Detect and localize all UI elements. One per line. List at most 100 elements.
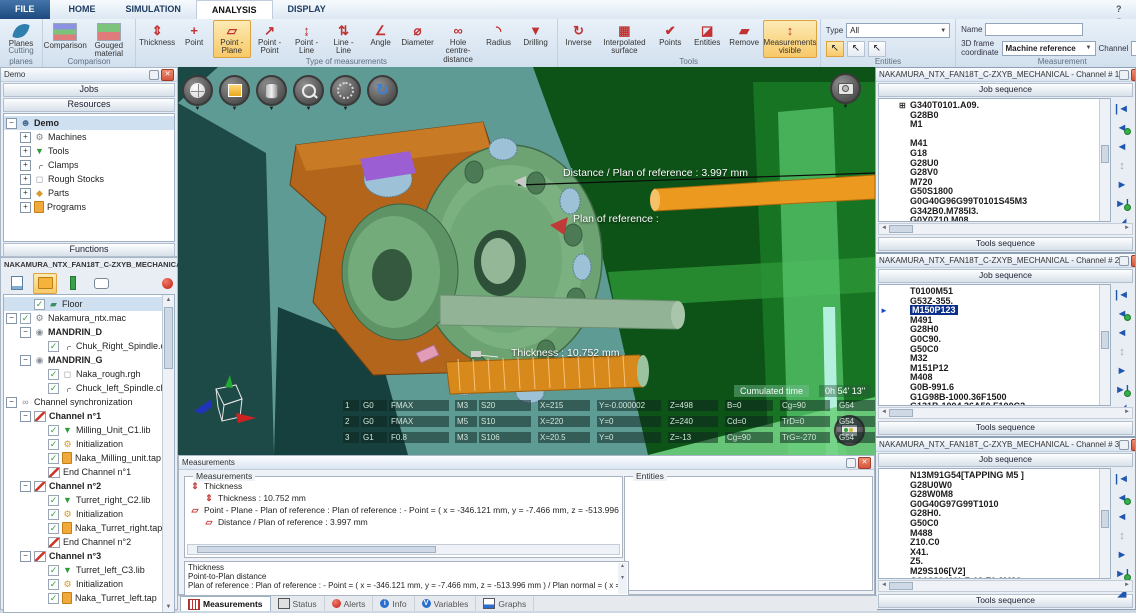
horizontal-scrollbar[interactable]: ◄► — [878, 407, 1133, 419]
tree-item[interactable]: Parts — [4, 186, 174, 200]
chevron-down-icon[interactable]: ▼ — [330, 106, 361, 113]
scrollbar-thumb[interactable] — [889, 225, 913, 233]
collapse-icon[interactable] — [20, 551, 31, 562]
playback-button[interactable]: |◄ — [1113, 472, 1131, 487]
job-sequence-header[interactable]: Job sequence — [878, 83, 1133, 97]
machine-tree-item[interactable]: Channel n°2 — [4, 479, 162, 493]
menu-tab[interactable]: ANALYSIS — [196, 0, 273, 19]
vertical-scrollbar[interactable]: ▲ ▼ — [162, 295, 174, 612]
scrollbar-thumb[interactable] — [1101, 145, 1109, 163]
selection-mode-button[interactable]: ▼ — [330, 75, 361, 113]
scrollbar-thumb[interactable] — [1101, 510, 1109, 528]
playback-button[interactable]: ► — [1113, 364, 1131, 379]
measurement-name-input[interactable] — [985, 23, 1083, 36]
collapse-icon[interactable] — [6, 118, 17, 129]
vertical-scrollbar[interactable] — [1099, 469, 1110, 578]
measure-type-button[interactable]: ⇕ Thickness — [139, 20, 175, 49]
playback-button[interactable]: ► — [1113, 178, 1131, 193]
playback-button[interactable]: ►| — [1113, 197, 1131, 212]
expand-icon[interactable] — [20, 174, 31, 185]
comparison-button[interactable]: Gouged material — [85, 20, 132, 61]
visibility-checkbox[interactable] — [34, 299, 45, 310]
job-sequence-header[interactable]: Job sequence — [878, 269, 1133, 283]
bottom-tab[interactable]: Measurements — [180, 596, 271, 611]
playback-button[interactable]: |◄ — [1113, 288, 1131, 303]
refresh-view-button[interactable]: ↻ — [367, 75, 398, 113]
measure-type-button[interactable]: ⇅ Line - Line — [326, 20, 362, 58]
machine-tree-item[interactable]: MANDRIN_G — [4, 353, 162, 367]
tools-sequence-header[interactable]: Tools sequence — [878, 237, 1133, 251]
tools-sequence-header[interactable]: Tools sequence — [878, 421, 1133, 435]
code-line[interactable]: ►⊞G84C30.X41.Z-13.F0.8M86 — [879, 577, 1110, 579]
machine-tree-item[interactable]: Channel n°3 — [4, 549, 162, 563]
scrollbar-thumb[interactable] — [889, 409, 913, 417]
comparison-button[interactable]: Comparison — [46, 20, 84, 52]
pin-icon[interactable] — [1119, 256, 1129, 266]
playback-button[interactable]: ↕ — [1113, 529, 1131, 544]
expand-icon[interactable] — [20, 160, 31, 171]
view-manager-button[interactable]: ▼ — [182, 75, 213, 113]
tool-button[interactable]: ↻ Inverse — [561, 20, 597, 49]
comment-button[interactable] — [89, 273, 113, 294]
menu-tab[interactable]: DISPLAY — [273, 0, 341, 19]
tool-button[interactable]: ↕ Measurements visible — [763, 20, 817, 58]
frame-select[interactable]: Machine reference▼ — [1002, 41, 1096, 56]
machine-tree-item[interactable]: Chuk_Right_Spindle.clp — [4, 339, 162, 353]
selection-cursor-button[interactable]: ↖ — [868, 41, 886, 57]
playback-button[interactable]: ◄ — [1113, 121, 1131, 136]
playback-button[interactable]: |◄ — [1113, 102, 1131, 117]
collapse-icon[interactable] — [6, 313, 17, 324]
close-icon[interactable]: ✕ — [1131, 439, 1135, 451]
close-icon[interactable]: ✕ — [161, 69, 174, 81]
pin-icon[interactable] — [1119, 440, 1129, 450]
tool-manager-button[interactable] — [61, 273, 85, 294]
pin-icon[interactable] — [1119, 70, 1129, 80]
machine-tree-item[interactable]: Nakamura_ntx.mac — [4, 311, 162, 325]
job-sequence-header[interactable]: Job sequence — [878, 453, 1133, 467]
resources-section-bar[interactable]: Resources — [3, 98, 175, 112]
playback-button[interactable]: ↕ — [1113, 159, 1131, 174]
code-line[interactable]: ►⊞G131B-1004.36A50.F100C2. — [879, 402, 1110, 406]
record-icon[interactable] — [162, 278, 173, 289]
playback-button[interactable]: ◄ — [1113, 326, 1131, 341]
playback-button[interactable]: ►| — [1113, 383, 1131, 398]
measure-type-button[interactable]: ▼ Drilling — [518, 20, 554, 49]
machine-tree-item[interactable]: Naka_Turret_right.tap — [4, 521, 162, 535]
selection-cursor-button[interactable]: ↖ — [826, 41, 844, 57]
iso-view-button[interactable]: ▼ — [219, 75, 250, 113]
job-sequence-code[interactable]: ►⊞T0100M51►⊞G53Z-355.►⊞M150P123►⊞M491►⊞G… — [878, 284, 1111, 406]
scrollbar-thumb[interactable] — [889, 582, 913, 590]
measure-type-button[interactable]: ↗ Point - Point — [252, 20, 288, 58]
3d-viewport[interactable]: ▼ ▼ ▼ ▼ ▼ ↻ ▼ Distance / Plan of referen… — [178, 67, 875, 455]
measure-type-button[interactable]: + Point — [176, 20, 212, 49]
functions-section-bar[interactable]: Functions — [3, 243, 175, 257]
visibility-checkbox[interactable] — [48, 383, 59, 394]
machine-tree-item[interactable]: Initialization — [4, 437, 162, 451]
chevron-down-icon[interactable]: ▼ — [830, 104, 861, 111]
scroll-right-icon[interactable]: ► — [1124, 408, 1130, 417]
folder-button[interactable] — [33, 273, 57, 294]
bottom-tab[interactable]: Status — [271, 596, 325, 611]
visibility-checkbox[interactable] — [48, 509, 59, 520]
machine-tree-item[interactable]: Floor — [4, 297, 162, 311]
tool-button[interactable]: ✔ Points — [652, 20, 688, 49]
expand-icon[interactable] — [20, 202, 31, 213]
machine-tree-item[interactable]: End Channel n°2 — [4, 535, 162, 549]
selection-cursor-button[interactable]: ↖ — [847, 41, 865, 57]
machine-tree-item[interactable]: Initialization — [4, 577, 162, 591]
pin-icon[interactable] — [846, 458, 856, 468]
measure-type-button[interactable]: ↨ Point - Line — [289, 20, 325, 58]
collapse-icon[interactable] — [20, 481, 31, 492]
job-sequence-code[interactable]: ►⊞G340T0101.A09.►⊞G28B0►⊞M1►⊞►⊞M41►⊞G18►… — [878, 98, 1111, 222]
tree-item[interactable]: Rough Stocks — [4, 172, 174, 186]
close-icon[interactable]: ✕ — [1131, 255, 1135, 267]
expand-icon[interactable] — [20, 132, 31, 143]
close-icon[interactable]: ✕ — [1131, 69, 1135, 81]
machine-tree-item[interactable]: Naka_Milling_unit.tap — [4, 451, 162, 465]
playback-button[interactable]: ◄ — [1113, 140, 1131, 155]
jobs-section-bar[interactable]: Jobs — [3, 83, 175, 97]
tree-item[interactable]: Tools — [4, 144, 174, 158]
playback-button[interactable]: ► — [1113, 548, 1131, 563]
chevron-down-icon[interactable]: ▼ — [219, 106, 250, 113]
bottom-tab[interactable]: Alerts — [325, 596, 374, 611]
